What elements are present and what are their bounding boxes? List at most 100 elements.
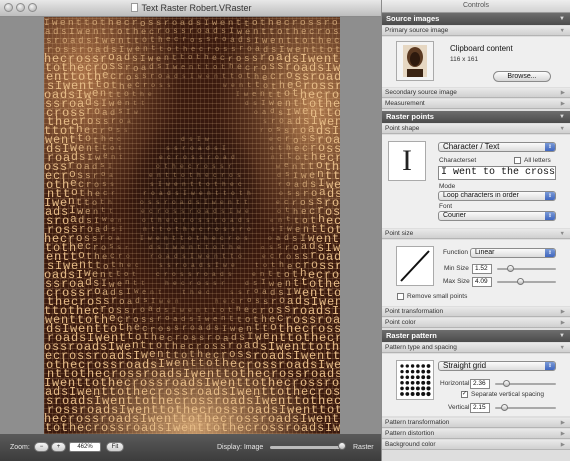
source-thumbnail[interactable] bbox=[396, 41, 434, 81]
horizontal-slider-knob[interactable] bbox=[503, 380, 511, 387]
raster-glyph: s bbox=[182, 253, 186, 261]
raster-glyph: w bbox=[205, 315, 210, 324]
disclosure-right-icon[interactable]: ▶ bbox=[561, 99, 565, 109]
subsection-pattern-type[interactable]: Pattern type and spacing ▼ bbox=[382, 343, 570, 353]
section-raster-pattern[interactable]: Raster pattern ▼ bbox=[382, 330, 570, 342]
subsection-secondary-source[interactable]: Secondary source image ▶ bbox=[382, 88, 570, 98]
raster-glyph: e bbox=[206, 73, 210, 81]
raster-glyph: c bbox=[135, 262, 139, 270]
disclosure-down-icon[interactable]: ▼ bbox=[560, 124, 565, 134]
disclosure-down-icon[interactable]: ▼ bbox=[559, 111, 565, 123]
raster-glyph: I bbox=[183, 190, 187, 198]
canvas-area[interactable]: IwenttothecrossroadsIwenttothecrossroads… bbox=[0, 17, 383, 434]
function-select[interactable]: Linear ⇕ bbox=[470, 248, 556, 258]
raster-glyph: a bbox=[198, 145, 202, 153]
subsection-measurement[interactable]: Measurement ▶ bbox=[382, 99, 570, 109]
disclosure-right-icon[interactable]: ▶ bbox=[561, 88, 565, 98]
raster-glyph: s bbox=[173, 27, 178, 37]
subsection-point-size[interactable]: Point size ▼ bbox=[382, 229, 570, 239]
characterset-input[interactable]: I went to the crossr bbox=[438, 166, 556, 180]
background-color-label: Background color bbox=[385, 441, 436, 448]
subsection-primary-source[interactable]: Primary source image ▼ bbox=[382, 26, 570, 36]
vertical-input[interactable]: 2.15 bbox=[470, 403, 490, 413]
raster-glyph: h bbox=[247, 190, 251, 198]
pattern-select[interactable]: Straight grid ⇕ bbox=[438, 361, 556, 371]
clipboard-size: 116 x 161 bbox=[450, 56, 479, 63]
subsection-point-shape[interactable]: Point shape ▼ bbox=[382, 124, 570, 134]
raster-glyph: d bbox=[103, 225, 108, 235]
section-source-images[interactable]: Source images ▼ bbox=[382, 13, 570, 25]
min-size-input[interactable]: 1.52 bbox=[472, 264, 492, 274]
separate-vertical-checkbox[interactable]: ✓ bbox=[461, 391, 468, 398]
raster-glyph: a bbox=[230, 36, 235, 46]
grid-dot bbox=[421, 386, 426, 391]
raster-glyph: d bbox=[174, 253, 178, 261]
font-select[interactable]: Courier ⇕ bbox=[438, 211, 556, 221]
subsection-pattern-transformation[interactable]: Pattern transformation ▶ bbox=[382, 418, 570, 428]
raster-glyph: s bbox=[174, 145, 178, 153]
horizontal-input[interactable]: 2.36 bbox=[470, 379, 490, 389]
raster-glyph: h bbox=[165, 280, 169, 288]
raster-glyph: d bbox=[231, 154, 235, 162]
raster-glyph: t bbox=[45, 420, 53, 434]
raster-glyph: t bbox=[221, 63, 226, 72]
disclosure-right-icon[interactable]: ▶ bbox=[561, 440, 565, 450]
raster-glyph: t bbox=[159, 226, 163, 234]
disclosure-down-icon[interactable]: ▼ bbox=[560, 343, 565, 353]
raster-glyph: I bbox=[261, 279, 266, 288]
subsection-pattern-distortion[interactable]: Pattern distortion ▶ bbox=[382, 429, 570, 439]
mode-select[interactable]: Loop characters in order ⇕ bbox=[438, 191, 556, 201]
display-slider-track[interactable] bbox=[270, 446, 345, 449]
raster-glyph: o bbox=[215, 45, 220, 54]
raster-glyph: e bbox=[174, 181, 178, 189]
disclosure-down-icon[interactable]: ▼ bbox=[560, 26, 565, 36]
raster-glyph: w bbox=[102, 216, 107, 225]
subsection-point-transformation[interactable]: Point transformation ▶ bbox=[382, 307, 570, 317]
raster-glyph: h bbox=[229, 244, 233, 252]
shape-preview: I bbox=[388, 141, 426, 181]
vertical-slider-knob[interactable] bbox=[501, 404, 509, 411]
raster-glyph: r bbox=[125, 420, 133, 434]
zoom-in-button[interactable]: + bbox=[51, 442, 66, 452]
raster-image[interactable]: IwenttothecrossroadsIwenttothecrossroads… bbox=[44, 17, 340, 434]
window-title: Text Raster Robert.VRaster bbox=[141, 3, 252, 13]
disclosure-down-icon[interactable]: ▼ bbox=[560, 229, 565, 239]
disclosure-right-icon[interactable]: ▶ bbox=[561, 307, 565, 317]
zoom-value-field[interactable]: 462% bbox=[69, 442, 101, 452]
min-size-slider[interactable] bbox=[497, 268, 556, 270]
raster-glyph: e bbox=[167, 298, 171, 306]
disclosure-down-icon[interactable]: ▼ bbox=[559, 330, 565, 342]
point-shape-body: I Character / Text ⇕ Characterset All let… bbox=[382, 135, 570, 228]
raster-glyph: h bbox=[172, 163, 176, 171]
all-letters-checkbox[interactable] bbox=[514, 157, 521, 164]
raster-glyph: w bbox=[148, 235, 152, 243]
min-size-slider-knob[interactable] bbox=[507, 265, 515, 272]
fit-button[interactable]: Fit bbox=[106, 442, 124, 452]
raster-glyph: s bbox=[181, 27, 186, 37]
raster-glyph: n bbox=[150, 289, 154, 297]
zoom-out-button[interactable]: − bbox=[34, 442, 49, 452]
browse-button[interactable]: Browse... bbox=[493, 71, 551, 82]
disclosure-right-icon[interactable]: ▶ bbox=[561, 429, 565, 439]
remove-small-points-checkbox[interactable] bbox=[397, 293, 404, 300]
raster-glyph: I bbox=[158, 181, 162, 189]
shape-select[interactable]: Character / Text ⇕ bbox=[438, 142, 556, 152]
grid-dot bbox=[405, 381, 410, 385]
raster-glyph: r bbox=[285, 135, 290, 145]
subsection-background-color[interactable]: Background color ▶ bbox=[382, 440, 570, 450]
section-raster-points[interactable]: Raster points ▼ bbox=[382, 111, 570, 123]
subsection-point-color[interactable]: Point color ▶ bbox=[382, 318, 570, 328]
grid-dot bbox=[405, 375, 410, 379]
max-size-slider-knob[interactable] bbox=[516, 278, 524, 285]
max-size-slider[interactable] bbox=[497, 281, 556, 283]
raster-glyph: e bbox=[181, 63, 186, 72]
display-slider-knob[interactable] bbox=[338, 442, 347, 450]
disclosure-down-icon[interactable]: ▼ bbox=[559, 13, 565, 25]
disclosure-right-icon[interactable]: ▶ bbox=[561, 318, 565, 328]
max-size-input[interactable]: 4.09 bbox=[472, 277, 492, 287]
raster-glyph: s bbox=[118, 108, 123, 117]
disclosure-right-icon[interactable]: ▶ bbox=[561, 418, 565, 428]
raster-glyph: n bbox=[271, 154, 275, 162]
raster-glyph: s bbox=[213, 280, 217, 288]
raster-glyph: e bbox=[245, 208, 249, 216]
